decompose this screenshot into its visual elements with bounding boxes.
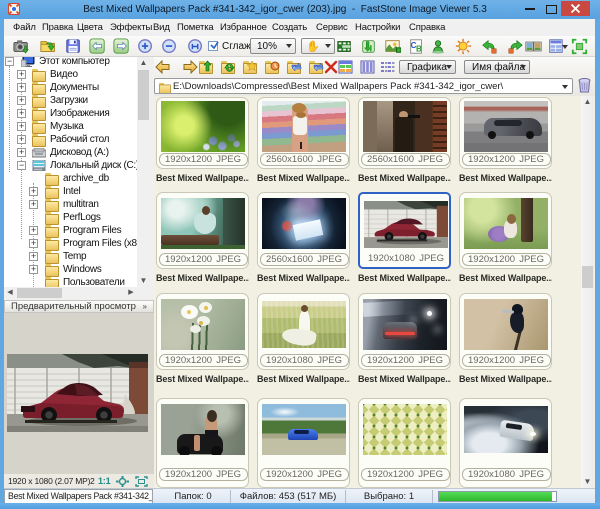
svg-text:B: B [416,44,422,53]
